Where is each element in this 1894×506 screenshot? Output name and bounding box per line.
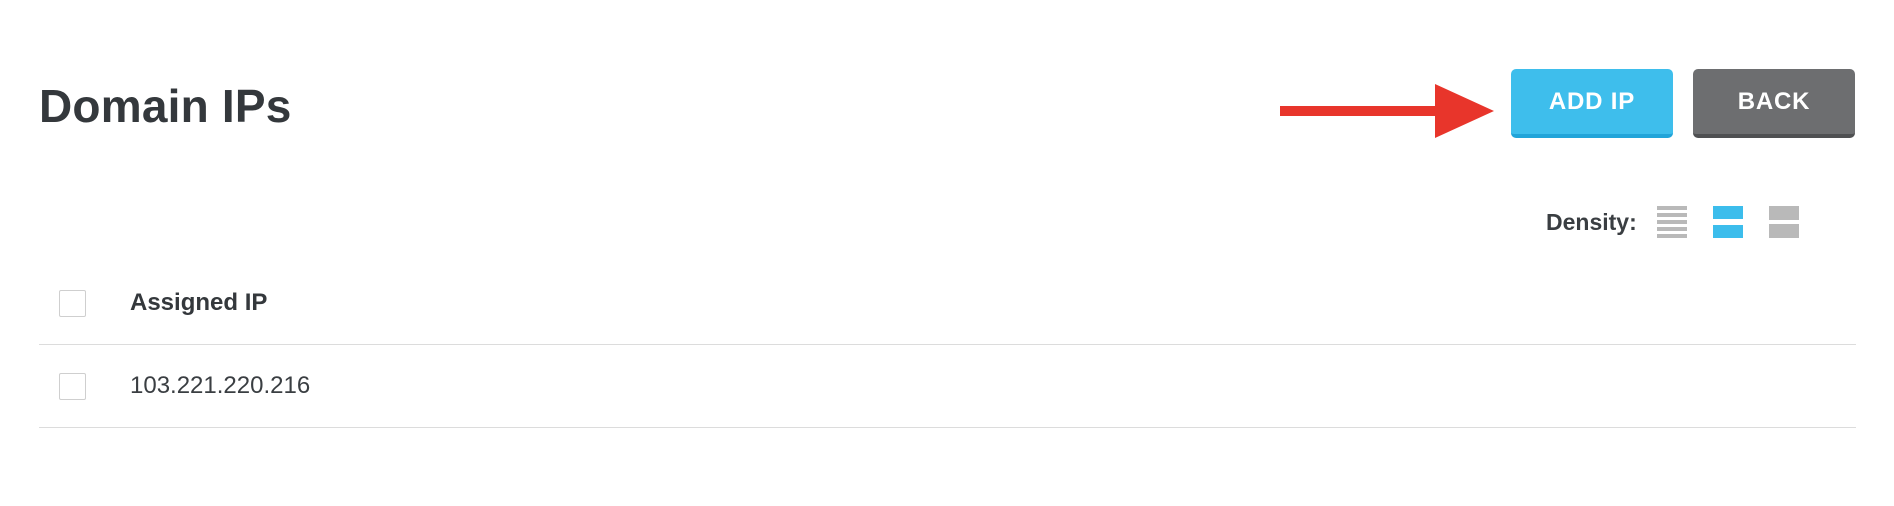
density-selector: Density: (1546, 204, 1799, 240)
add-ip-button[interactable]: ADD IP (1511, 69, 1673, 138)
table-header-row: Assigned IP (39, 262, 1856, 345)
select-all-checkbox[interactable] (59, 289, 86, 317)
ip-address-cell: 103.221.220.216 (130, 372, 311, 399)
row-checkbox[interactable] (59, 372, 86, 400)
density-label: Density: (1546, 208, 1637, 235)
column-header-assigned-ip: Assigned IP (130, 289, 268, 316)
page-title: Domain IPs (39, 80, 292, 132)
table-row: 103.221.220.216 (39, 345, 1856, 428)
red-arrow-icon (1280, 84, 1494, 138)
ip-table: Assigned IP 103.221.220.216 (39, 262, 1856, 428)
compact-density-icon[interactable] (1656, 206, 1687, 238)
page: Domain IPs ADD IP BACK Density: Assigned… (0, 0, 1894, 506)
normal-density-icon[interactable] (1712, 206, 1743, 238)
comfortable-density-icon[interactable] (1768, 206, 1799, 238)
back-button[interactable]: BACK (1693, 69, 1855, 138)
